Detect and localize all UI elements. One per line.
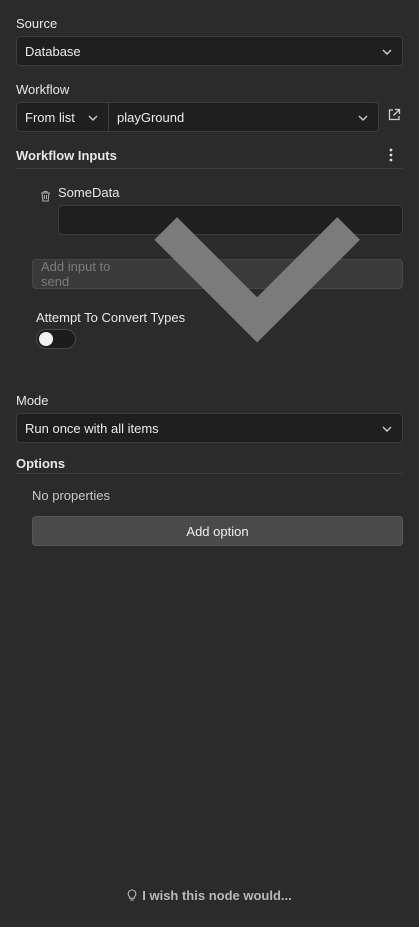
chevron-down-icon: [382, 49, 392, 55]
feedback-text: I wish this node would...: [142, 888, 292, 903]
convert-types-toggle[interactable]: [36, 329, 76, 349]
workflow-select-value: playGround: [117, 109, 185, 125]
input-name-label: SomeData: [58, 185, 120, 200]
mode-label: Mode: [16, 393, 49, 408]
workflow-label: Workflow: [16, 82, 70, 97]
lightbulb-icon: [127, 889, 137, 901]
chevron-down-icon: [358, 115, 368, 121]
workflow-select[interactable]: playGround: [108, 102, 379, 132]
mode-select-value: Run once with all items: [25, 420, 159, 436]
chevron-down-icon: [154, 216, 360, 343]
external-link-icon[interactable]: [386, 107, 402, 123]
toggle-knob: [39, 332, 53, 346]
section-divider: [16, 473, 403, 474]
mode-select[interactable]: Run once with all items: [16, 413, 403, 443]
feedback-link[interactable]: I wish this node would...: [0, 888, 419, 903]
add-option-button[interactable]: Add option: [32, 516, 403, 546]
source-select-value: Database: [25, 43, 81, 59]
chevron-down-icon: [88, 115, 98, 121]
no-properties-text: No properties: [32, 488, 111, 503]
trash-icon[interactable]: [37, 188, 53, 204]
chevron-down-icon: [382, 426, 392, 432]
workflow-source-mode-select[interactable]: From list: [16, 102, 109, 132]
source-label: Source: [16, 16, 58, 31]
add-input-placeholder: Add input to send: [41, 259, 111, 289]
workflow-source-mode-value: From list: [25, 109, 75, 125]
add-input-select[interactable]: Add input to send: [32, 216, 403, 343]
options-title: Options: [16, 456, 66, 471]
node-settings-panel: Source Database Workflow From list playG…: [0, 0, 419, 927]
convert-types-label: Attempt To Convert Types: [36, 310, 186, 325]
source-select[interactable]: Database: [16, 36, 403, 66]
workflow-inputs-title: Workflow Inputs: [16, 148, 117, 163]
